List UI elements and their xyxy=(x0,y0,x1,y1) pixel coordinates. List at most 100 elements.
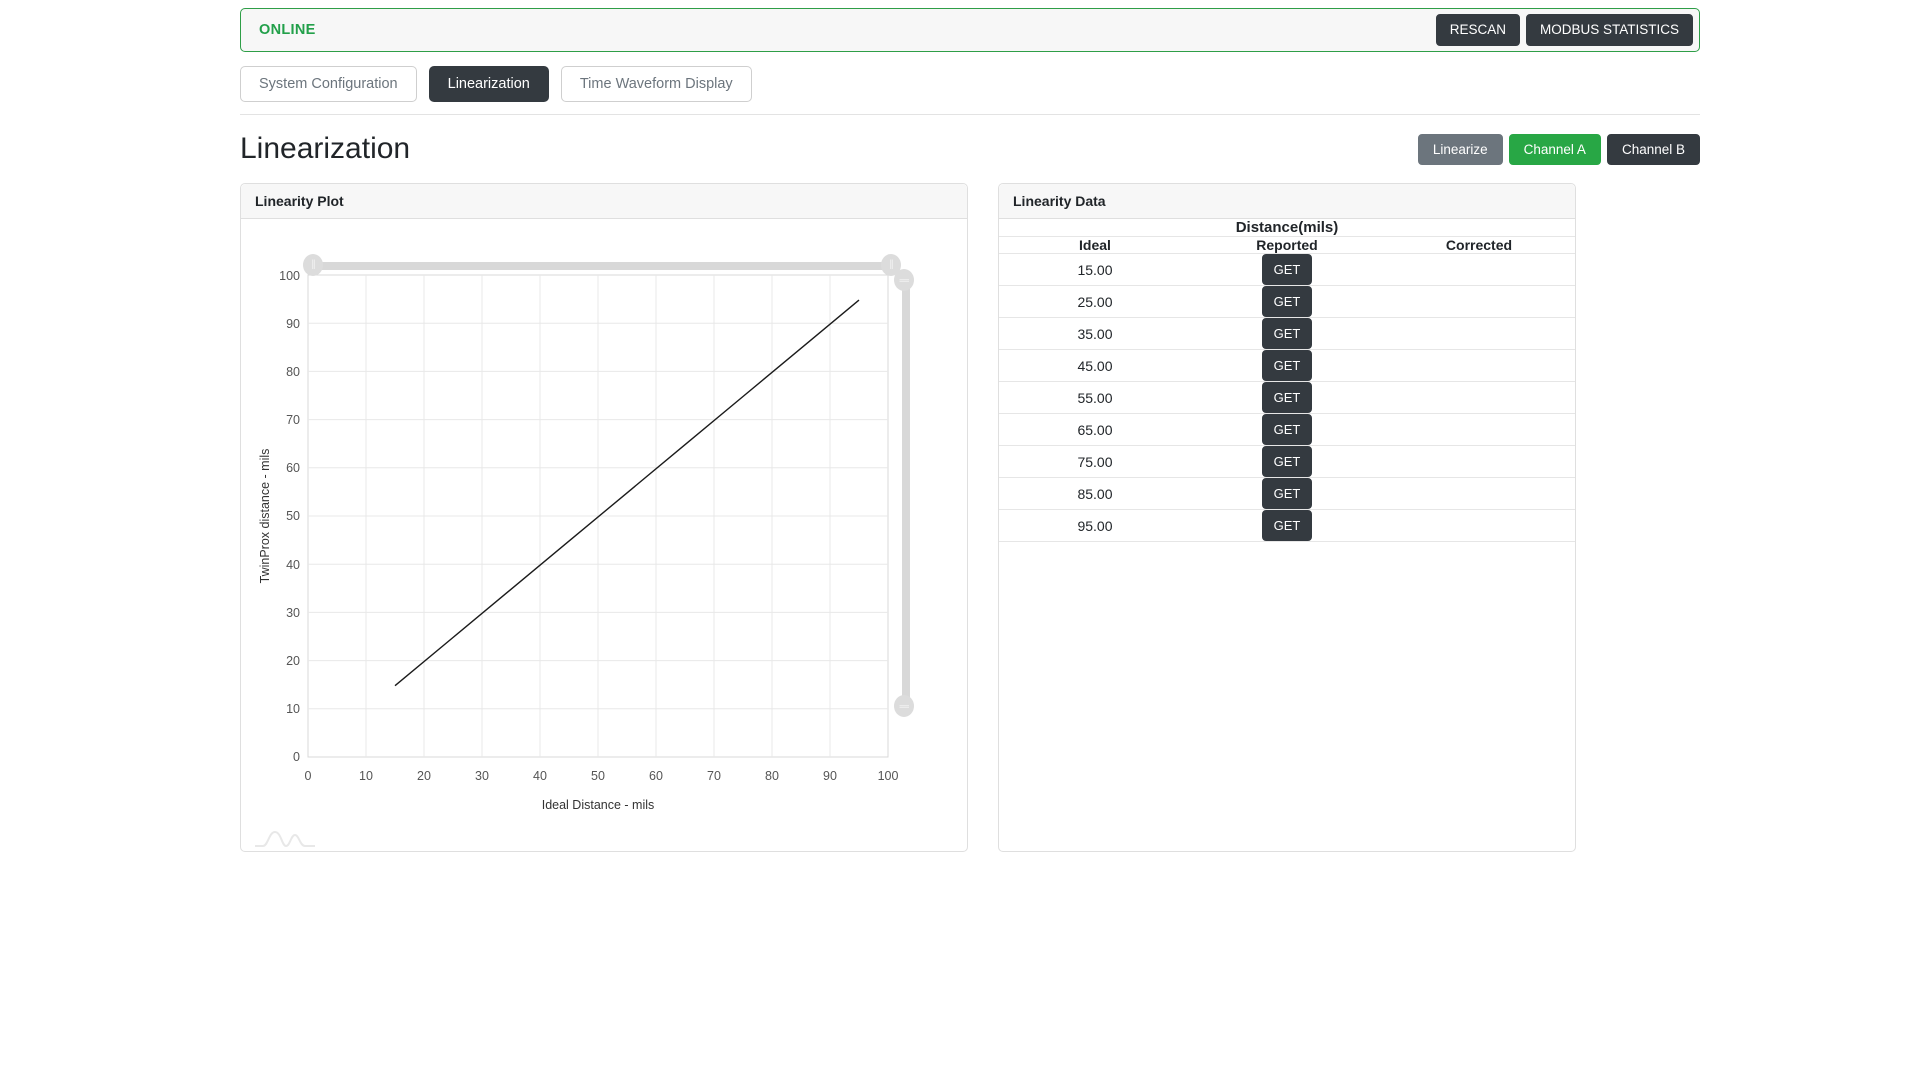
channel-actions: Linearize Channel A Channel B xyxy=(1417,133,1700,165)
svg-text:0: 0 xyxy=(293,750,300,764)
linearize-button[interactable]: Linearize xyxy=(1417,133,1503,165)
linearity-data-body: Distance(mils) Ideal Reported Corrected … xyxy=(999,219,1575,851)
tab-system-configuration[interactable]: System Configuration xyxy=(240,66,417,102)
table-row: 15.00 GET xyxy=(999,253,1575,286)
cell-ideal: 45.00 xyxy=(999,349,1191,382)
cell-ideal: 35.00 xyxy=(999,317,1191,350)
cell-corrected xyxy=(1383,509,1575,542)
cell-reported: GET xyxy=(1191,445,1383,478)
linearity-table-head: Distance(mils) Ideal Reported Corrected xyxy=(999,219,1575,254)
svg-text:40: 40 xyxy=(286,558,300,572)
svg-text:20: 20 xyxy=(417,769,431,783)
linearity-data-card: Linearity Data Distance(mils) Ideal Repo… xyxy=(998,183,1576,852)
get-button[interactable]: GET xyxy=(1261,254,1313,285)
modbus-statistics-button[interactable]: MODBUS STATISTICS xyxy=(1525,13,1693,47)
table-row: 25.00 GET xyxy=(999,285,1575,318)
svg-text:10: 10 xyxy=(286,702,300,716)
y-axis-title: TwinProx distance - mils xyxy=(258,449,272,584)
get-button[interactable]: GET xyxy=(1261,350,1313,381)
distance-group-header: Distance(mils) xyxy=(999,219,1575,237)
cell-corrected xyxy=(1383,413,1575,446)
y-range-slider-track[interactable] xyxy=(902,279,910,707)
svg-text:90: 90 xyxy=(823,769,837,783)
linearity-plot-card: Linearity Plot 100 90 80 70 60 50 40 30 … xyxy=(240,183,968,852)
tab-linearization[interactable]: Linearization xyxy=(428,66,549,102)
x-axis-ticks: 0 10 20 30 40 50 60 70 80 90 100 xyxy=(305,769,899,783)
cell-ideal: 55.00 xyxy=(999,381,1191,414)
cell-reported: GET xyxy=(1191,317,1383,350)
table-group-header-row: Distance(mils) xyxy=(999,219,1575,237)
svg-text:30: 30 xyxy=(475,769,489,783)
chart-grid xyxy=(307,274,889,758)
column-header-corrected: Corrected xyxy=(1383,236,1575,254)
status-badge: ONLINE xyxy=(259,22,316,38)
get-button[interactable]: GET xyxy=(1261,510,1313,541)
cell-corrected xyxy=(1383,381,1575,414)
tab-time-waveform-display[interactable]: Time Waveform Display xyxy=(560,66,752,102)
cell-reported: GET xyxy=(1191,285,1383,318)
y-axis-ticks: 100 90 80 70 60 50 40 30 20 10 0 xyxy=(279,269,300,764)
channel-a-button[interactable]: Channel A xyxy=(1508,133,1601,165)
waveform-icon xyxy=(255,830,315,848)
y-range-slider[interactable]: || || xyxy=(894,269,914,717)
get-button[interactable]: GET xyxy=(1261,286,1313,317)
svg-text:60: 60 xyxy=(286,461,300,475)
x-axis-title: Ideal Distance - mils xyxy=(542,798,655,812)
table-column-header-row: Ideal Reported Corrected xyxy=(999,236,1575,254)
main-tabs: System Configuration Linearization Time … xyxy=(240,66,1700,115)
cell-ideal: 95.00 xyxy=(999,509,1191,542)
cell-ideal: 75.00 xyxy=(999,445,1191,478)
cell-reported: GET xyxy=(1191,413,1383,446)
linearity-plot-title: Linearity Plot xyxy=(241,184,967,219)
column-header-reported: Reported xyxy=(1191,236,1383,254)
x-range-slider-handle-min[interactable]: || xyxy=(303,254,323,276)
cell-corrected xyxy=(1383,445,1575,478)
svg-text:60: 60 xyxy=(649,769,663,783)
page-heading-row: Linearization Linearize Channel A Channe… xyxy=(240,131,1700,167)
svg-text:10: 10 xyxy=(359,769,373,783)
table-row: 85.00 GET xyxy=(999,477,1575,510)
rescan-button[interactable]: RESCAN xyxy=(1435,13,1520,47)
channel-b-button[interactable]: Channel B xyxy=(1606,133,1700,165)
svg-text:50: 50 xyxy=(286,509,300,523)
y-range-slider-handle-max[interactable]: || xyxy=(894,269,914,291)
grip-icon: || xyxy=(898,704,910,708)
svg-text:70: 70 xyxy=(286,413,300,427)
status-bar-actions: RESCAN MODBUS STATISTICS xyxy=(1435,13,1693,47)
linearity-table-body: 15.00 GET 25.00 GET 35.00 GET 45.00 GET … xyxy=(999,253,1575,542)
app-root: ONLINE RESCAN MODBUS STATISTICS System C… xyxy=(0,0,1920,1080)
cell-reported: GET xyxy=(1191,381,1383,414)
svg-text:30: 30 xyxy=(286,606,300,620)
cell-reported: GET xyxy=(1191,253,1383,286)
svg-text:80: 80 xyxy=(286,365,300,379)
table-row: 65.00 GET xyxy=(999,413,1575,446)
x-range-slider[interactable]: || || xyxy=(303,254,901,276)
get-button[interactable]: GET xyxy=(1261,382,1313,413)
panels-row: Linearity Plot 100 90 80 70 60 50 40 30 … xyxy=(240,183,1700,852)
y-range-slider-handle-min[interactable]: || xyxy=(894,695,914,717)
get-button[interactable]: GET xyxy=(1261,414,1313,445)
cell-corrected xyxy=(1383,317,1575,350)
get-button[interactable]: GET xyxy=(1261,318,1313,349)
get-button[interactable]: GET xyxy=(1261,446,1313,477)
cell-corrected xyxy=(1383,477,1575,510)
cell-ideal: 25.00 xyxy=(999,285,1191,318)
status-bar: ONLINE RESCAN MODBUS STATISTICS xyxy=(240,8,1700,52)
get-button[interactable]: GET xyxy=(1261,478,1313,509)
x-range-slider-track[interactable] xyxy=(313,262,891,270)
cell-reported: GET xyxy=(1191,509,1383,542)
svg-text:40: 40 xyxy=(533,769,547,783)
cell-reported: GET xyxy=(1191,349,1383,382)
page-container: ONLINE RESCAN MODBUS STATISTICS System C… xyxy=(240,0,1700,852)
table-row: 55.00 GET xyxy=(999,381,1575,414)
grip-icon: || xyxy=(898,278,910,282)
svg-text:70: 70 xyxy=(707,769,721,783)
grip-icon: || xyxy=(311,259,315,270)
svg-text:20: 20 xyxy=(286,654,300,668)
linearity-table: Distance(mils) Ideal Reported Corrected … xyxy=(999,219,1575,542)
cell-corrected xyxy=(1383,253,1575,286)
svg-text:80: 80 xyxy=(765,769,779,783)
cell-reported: GET xyxy=(1191,477,1383,510)
linearity-plot-body: 100 90 80 70 60 50 40 30 20 10 0 0 10 20… xyxy=(241,219,967,851)
svg-text:0: 0 xyxy=(305,769,312,783)
